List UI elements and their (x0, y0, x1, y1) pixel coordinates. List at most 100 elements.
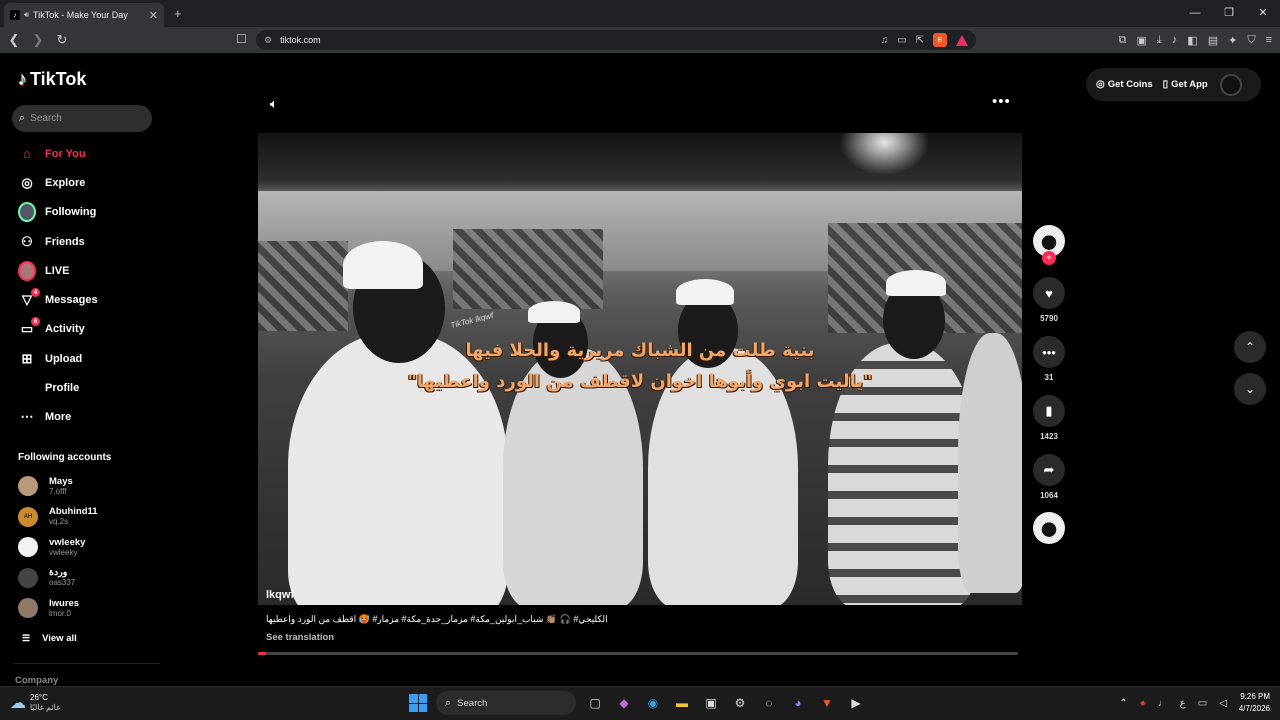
restore-button[interactable]: ❐ (1212, 0, 1246, 27)
weather-temp: 26°C (30, 693, 48, 702)
video-player[interactable]: بنية طلت من الشباك مريرية والحلا فيها "ي… (258, 133, 1022, 605)
see-translation-link[interactable]: See translation (266, 632, 334, 643)
edge-icon[interactable]: ◉ (643, 693, 663, 713)
following-account[interactable]: vwleeky vwleeky (18, 532, 98, 563)
settings-icon[interactable]: ⚙ (730, 693, 750, 713)
nav-explore[interactable]: ◎ Explore (0, 168, 170, 197)
following-avatar-icon (18, 202, 36, 223)
discord-icon[interactable]: ◕ (788, 693, 808, 713)
back-button[interactable]: ❮ (4, 32, 24, 48)
nav-more[interactable]: ⋯ More (0, 403, 170, 432)
following-accounts-title: Following accounts (18, 452, 112, 463)
media-player-icon[interactable]: ▶ (846, 693, 866, 713)
tray-app-icon[interactable]: ● (1140, 698, 1146, 709)
follow-plus-icon[interactable]: + (1042, 251, 1056, 265)
get-coins-button[interactable]: ◎ Get Coins (1096, 79, 1153, 90)
view-all-button[interactable]: ☰ View all (22, 633, 77, 644)
forward-button[interactable]: ❯ (28, 32, 48, 48)
nav-activity[interactable]: ▭ 6 Activity (0, 315, 170, 344)
windows-start-icon[interactable] (409, 694, 427, 712)
comment-action[interactable]: ••• 31 (1031, 336, 1067, 382)
media-icon[interactable]: ♫ (881, 35, 889, 46)
close-window-button[interactable]: ✕ (1246, 0, 1280, 27)
music-icon[interactable]: ♪ (1172, 34, 1178, 46)
extension-icons: ⧉ ▣ ⤓ ♪ ◧ ▤ ✦ ⛉ ≡ (1119, 27, 1272, 53)
leo-ai-icon[interactable]: ✦ (1228, 34, 1237, 47)
following-account[interactable]: وردة oas337 (18, 563, 98, 594)
nav-friends[interactable]: ⚇ Friends (0, 227, 170, 256)
microphone-icon[interactable]: ♩ (1158, 698, 1168, 709)
get-app-button[interactable]: ▯ Get App (1163, 79, 1208, 90)
video-progress-bar[interactable] (258, 652, 1018, 655)
brave-shields-icon[interactable]: B (933, 33, 947, 47)
tab-close-icon[interactable]: ✕ (149, 9, 158, 22)
following-account[interactable]: lwures lmor.0 (18, 593, 98, 624)
file-explorer-icon[interactable]: ▬ (672, 693, 692, 713)
bookmark-icon[interactable]: ▮ (1033, 395, 1065, 427)
nav-label: LIVE (45, 264, 70, 277)
volume-icon[interactable]: 🔈︎ (270, 96, 278, 112)
new-tab-button[interactable]: + (174, 6, 182, 21)
store-icon[interactable]: ▣ (701, 693, 721, 713)
tab-audio-icon[interactable]: 🔊︎ (24, 10, 29, 20)
network-icon[interactable]: ▭ (1198, 698, 1207, 709)
share-icon[interactable]: ⇱ (916, 35, 924, 46)
like-action[interactable]: ♥ 5790 (1031, 277, 1067, 323)
following-account[interactable]: AH Abuhind11 vq.2s (18, 502, 98, 533)
extensions-icon[interactable]: ⧉ (1119, 34, 1127, 47)
share-arrow-icon[interactable]: ➦ (1033, 454, 1065, 486)
next-video-button[interactable]: ⌄ (1234, 373, 1266, 405)
nav-upload[interactable]: ⊞ Upload (0, 344, 170, 373)
user-avatar[interactable] (1219, 73, 1242, 96)
vpn-icon[interactable]: ⛉ (1247, 34, 1255, 47)
nav-following[interactable]: Following (0, 198, 170, 227)
browser-tab[interactable]: ♪ 🔊︎ TikTok - Make Your Day ✕ (4, 3, 164, 27)
brave-rewards-icon[interactable] (956, 34, 968, 46)
sound-disc-avatar[interactable] (1033, 512, 1065, 544)
reload-button[interactable]: ↻ (52, 32, 72, 48)
video-username[interactable]: lkqwf (266, 589, 294, 601)
download-icon[interactable]: ⤓ (1157, 34, 1162, 47)
app-icon[interactable]: ◌ (759, 693, 779, 713)
share-action[interactable]: ➦ 1064 (1031, 454, 1067, 500)
nav-live[interactable]: LIVE (0, 256, 170, 285)
address-bar[interactable]: ⚙ tiktok.com ♫ ▭ ⇱ B (256, 30, 976, 50)
system-tray: ⌃ ● ♩ ع ▭ ◁ 9:26 PM 4/7/2026 (1119, 691, 1270, 715)
nav-profile[interactable]: Profile (0, 373, 170, 402)
previous-video-button[interactable]: ⌃ (1234, 331, 1266, 363)
tab-title: TikTok - Make Your Day (33, 10, 128, 20)
more-options-icon[interactable]: ••• (992, 93, 1011, 110)
nav-for-you[interactable]: ⌂ For You (0, 139, 170, 168)
speaker-icon[interactable]: ◁ (1219, 698, 1227, 709)
menu-icon[interactable]: ≡ (1266, 34, 1272, 46)
video-navigation: ⌃ ⌄ (1234, 331, 1266, 415)
weather-widget[interactable]: ☁ 26°C غائم غالبًا (10, 693, 60, 713)
following-account[interactable]: Mays 7.offf (18, 471, 98, 502)
nav-messages[interactable]: ▽ 4 Messages (0, 285, 170, 314)
cast-icon[interactable]: ▭ (897, 35, 906, 46)
tiktok-note-icon: ♪ (18, 69, 27, 89)
company-link[interactable]: Company (15, 675, 58, 686)
bookmark-icon[interactable]: ☐ (236, 32, 247, 46)
minimize-button[interactable]: — (1178, 0, 1212, 27)
clock[interactable]: 9:26 PM 4/7/2026 (1239, 691, 1270, 715)
taskbar-search-label: Search (457, 697, 488, 709)
home-icon: ⌂ (23, 146, 31, 162)
tray-chevron-icon[interactable]: ⌃ (1119, 698, 1127, 709)
tab-search-icon[interactable]: ▣ (1137, 34, 1147, 47)
taskbar-search[interactable]: ⌕ Search (436, 691, 576, 715)
language-indicator[interactable]: ع (1180, 698, 1186, 709)
tiktok-logo[interactable]: ♪ TikTok (18, 69, 86, 90)
search-input[interactable]: ⌕ Search (12, 105, 152, 132)
save-action[interactable]: ▮ 1423 (1031, 395, 1067, 441)
site-info-icon[interactable]: ⚙ (264, 35, 272, 46)
copilot-icon[interactable]: ◆ (614, 693, 634, 713)
brave-icon[interactable]: ▼ (817, 693, 837, 713)
heart-icon[interactable]: ♥ (1033, 277, 1065, 309)
live-avatar-icon (18, 260, 36, 281)
task-view-icon[interactable]: ▢ (585, 693, 605, 713)
wallet-icon[interactable]: ▤ (1208, 34, 1218, 47)
sidebar-icon[interactable]: ◧ (1187, 34, 1197, 47)
comment-icon[interactable]: ••• (1033, 336, 1065, 368)
creator-avatar[interactable]: + (1033, 225, 1065, 265)
